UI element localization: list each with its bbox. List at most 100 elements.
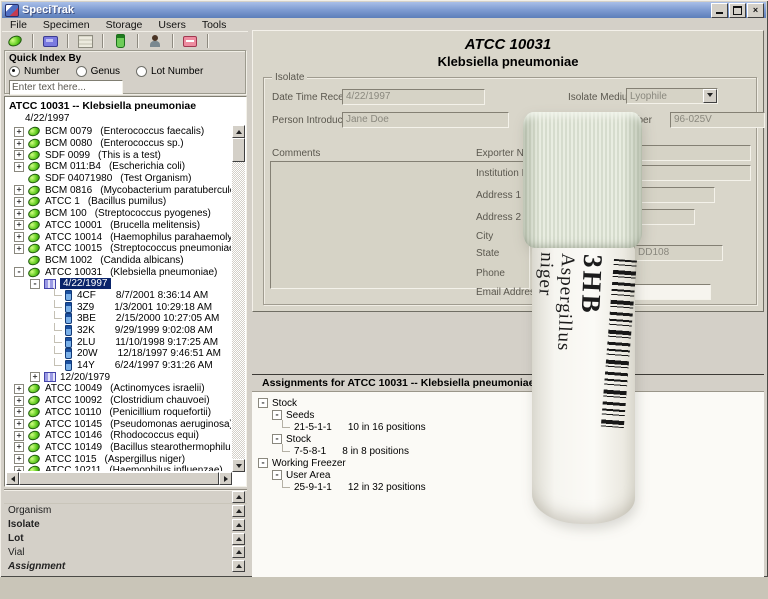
tree-row-organism[interactable]: - ATCC 10031 (Klebsiella pneumoniae) — [6, 266, 231, 278]
exporter-name-field[interactable] — [634, 145, 751, 161]
expand-toggle-icon[interactable]: + — [14, 466, 24, 471]
tree-row-organism[interactable]: + ATCC 10110 (Penicillium roquefortii) — [6, 407, 231, 419]
expand-toggle-icon[interactable]: + — [14, 209, 24, 219]
organism-tree[interactable]: + BCM 0079 (Enterococcus faecalis) + BCM… — [6, 126, 231, 471]
organism-toolbar-button[interactable] — [2, 33, 28, 49]
storage-toolbar-button[interactable] — [72, 33, 98, 49]
tree-row-vial[interactable]: 20W 12/18/1997 9:46:51 AM — [6, 348, 231, 360]
expand-toggle-icon[interactable]: + — [14, 244, 24, 254]
collapse-toggle-icon[interactable]: - — [272, 410, 282, 420]
tree-row-organism[interactable]: + ATCC 10149 (Bacillus stearothermophilu… — [6, 442, 231, 454]
shortcut-row[interactable]: Lot — [4, 532, 247, 546]
tree-row-organism[interactable]: + BCM 0080 (Enterococcus sp.) — [6, 138, 231, 150]
tree-row-organism[interactable]: + ATCC 1015 (Aspergillus niger) — [6, 453, 231, 465]
assignment-row[interactable]: 25-9-1-1 12 in 32 positions — [252, 481, 764, 493]
tree-row-organism[interactable]: + ATCC 10092 (Clostridium chauvoei) — [6, 395, 231, 407]
expand-toggle-icon[interactable]: + — [14, 185, 24, 195]
expand-toggle-icon[interactable]: + — [14, 407, 24, 417]
tree-row-organism[interactable]: SDF 04071980 (Test Organism) — [6, 173, 231, 185]
radio-genus[interactable]: Genus — [76, 66, 120, 77]
scroll-down-button[interactable] — [232, 459, 245, 472]
radio-number[interactable]: Number — [9, 66, 60, 77]
person-introducing-field[interactable]: Jane Doe — [342, 112, 509, 128]
tree-row-organism[interactable]: + ATCC 10145 (Pseudomonas aeruginosa) — [6, 418, 231, 430]
vial-toolbar-button[interactable] — [107, 33, 133, 49]
tree-row-vial[interactable]: 32K 9/29/1999 9:02:08 AM — [6, 325, 231, 337]
expand-toggle-icon[interactable]: + — [14, 127, 24, 137]
spin-up-button[interactable] — [232, 533, 245, 545]
tree-row-organism[interactable]: + BCM 100 (Streptococcus pyogenes) — [6, 208, 231, 220]
expand-toggle-icon[interactable]: + — [14, 232, 24, 242]
title-bar[interactable]: SpeciTrak × — [2, 2, 766, 18]
assignments-tree[interactable]: - Stock - Seeds 21-5-1-1 10 in 16 positi… — [252, 392, 764, 493]
date-time-received-field[interactable]: 4/22/1997 — [342, 89, 485, 105]
tree-row-organism[interactable]: + ATCC 10211 (Haemophilus influenzae) — [6, 465, 231, 471]
menu-tools[interactable]: Tools — [194, 19, 235, 31]
tree-row-organism[interactable]: + SDF 0099 (This is a test) — [6, 149, 231, 161]
tree-row-organism[interactable]: + BCM 0079 (Enterococcus faecalis) — [6, 126, 231, 138]
horizontal-scroll-thumb[interactable] — [19, 472, 219, 485]
chevron-down-icon[interactable] — [703, 89, 717, 103]
radio-button-icon[interactable] — [136, 66, 147, 77]
assignment-row[interactable]: - User Area — [252, 469, 764, 481]
tree-row-organism[interactable]: + ATCC 10001 (Brucella melitensis) — [6, 220, 231, 232]
tree-row-organism[interactable]: + ATCC 10014 (Haemophilus parahaemolytic… — [6, 231, 231, 243]
assignment-row[interactable]: 21-5-1-1 10 in 16 positions — [252, 421, 764, 433]
tree-row-lot[interactable]: + 12/20/1979 — [6, 371, 231, 383]
assignment-row[interactable]: - Seeds — [252, 409, 764, 421]
scroll-right-button[interactable] — [219, 472, 232, 485]
lot-toolbar-button[interactable] — [37, 33, 63, 49]
tree-row-vial[interactable]: 3BE 2/15/2000 10:27:05 AM — [6, 313, 231, 325]
scroll-left-button[interactable] — [6, 472, 19, 485]
manufacturer-lot-number-field[interactable]: 96-025V — [670, 112, 765, 128]
tree-row-organism[interactable]: + BCM 011:B4 (Escherichia coli) — [6, 161, 231, 173]
reports-toolbar-button[interactable] — [177, 33, 203, 49]
institution-name-field[interactable] — [634, 165, 751, 181]
menu-storage[interactable]: Storage — [98, 19, 151, 31]
tree-row-lot-selected[interactable]: - 4/22/1997 — [6, 278, 231, 290]
close-button[interactable]: × — [747, 3, 764, 18]
spin-up-button[interactable] — [232, 519, 245, 531]
tree-row-vial[interactable]: 2LU 11/10/1998 9:17:25 AM — [6, 336, 231, 348]
tree-row-vial[interactable]: 4CF 8/7/2001 8:36:14 AM — [6, 290, 231, 302]
expand-toggle-icon[interactable]: + — [14, 396, 24, 406]
isolate-medium-dropdown[interactable]: Lyophile — [626, 88, 718, 104]
tree-row-organism[interactable]: BCM 1002 (Candida albicans) — [6, 255, 231, 267]
radio-button-icon[interactable] — [9, 66, 20, 77]
tree-row-organism[interactable]: + ATCC 10015 (Streptococcus pneumoniae) — [6, 243, 231, 255]
spin-up-button[interactable] — [232, 546, 245, 558]
restore-button[interactable] — [729, 3, 746, 18]
tree-row-organism[interactable]: + ATCC 10049 (Actinomyces israelii) — [6, 383, 231, 395]
collapse-toggle-icon[interactable]: - — [30, 279, 40, 289]
spin-up-button[interactable] — [232, 560, 245, 572]
tree-row-organism[interactable]: + BCM 0816 (Mycobacterium paratuberculos… — [6, 184, 231, 196]
expand-toggle-icon[interactable]: - — [14, 267, 24, 277]
quick-index-input[interactable] — [9, 80, 123, 95]
vertical-scroll-thumb[interactable] — [232, 138, 245, 162]
shortcut-row[interactable]: Vial — [4, 545, 247, 559]
expand-toggle-icon[interactable]: + — [14, 454, 24, 464]
expand-toggle-icon[interactable]: + — [14, 139, 24, 149]
shortcut-row[interactable]: Organism — [4, 504, 247, 518]
tree-row-organism[interactable]: + ATCC 1 (Bacillus pumilus) — [6, 196, 231, 208]
tree-vertical-scrollbar[interactable] — [232, 125, 245, 472]
assignment-row[interactable]: 7-5-8-1 8 in 8 positions — [252, 445, 764, 457]
radio-button-icon[interactable] — [76, 66, 87, 77]
tree-row-organism[interactable]: + ATCC 10146 (Rhodococcus equi) — [6, 430, 231, 442]
scroll-up-button[interactable] — [232, 125, 245, 138]
expand-toggle-icon[interactable]: + — [14, 220, 24, 230]
expand-toggle-icon[interactable]: + — [14, 419, 24, 429]
assignment-row[interactable]: - Stock — [252, 397, 764, 409]
tree-row-vial[interactable]: 3Z9 1/3/2001 10:29:18 AM — [6, 301, 231, 313]
expand-toggle-icon[interactable]: + — [14, 431, 24, 441]
menu-specimen[interactable]: Specimen — [35, 19, 98, 31]
collapse-toggle-icon[interactable]: - — [272, 470, 282, 480]
tree-horizontal-scrollbar[interactable] — [6, 472, 232, 485]
expand-toggle-icon[interactable]: + — [14, 442, 24, 452]
expand-toggle-icon[interactable]: + — [30, 372, 40, 382]
expand-toggle-icon[interactable]: + — [14, 150, 24, 160]
menu-file[interactable]: File — [2, 19, 35, 31]
shortcut-row[interactable]: Assignment — [4, 559, 247, 573]
collapse-toggle-icon[interactable]: - — [272, 434, 282, 444]
scroll-up-button[interactable] — [232, 491, 245, 503]
